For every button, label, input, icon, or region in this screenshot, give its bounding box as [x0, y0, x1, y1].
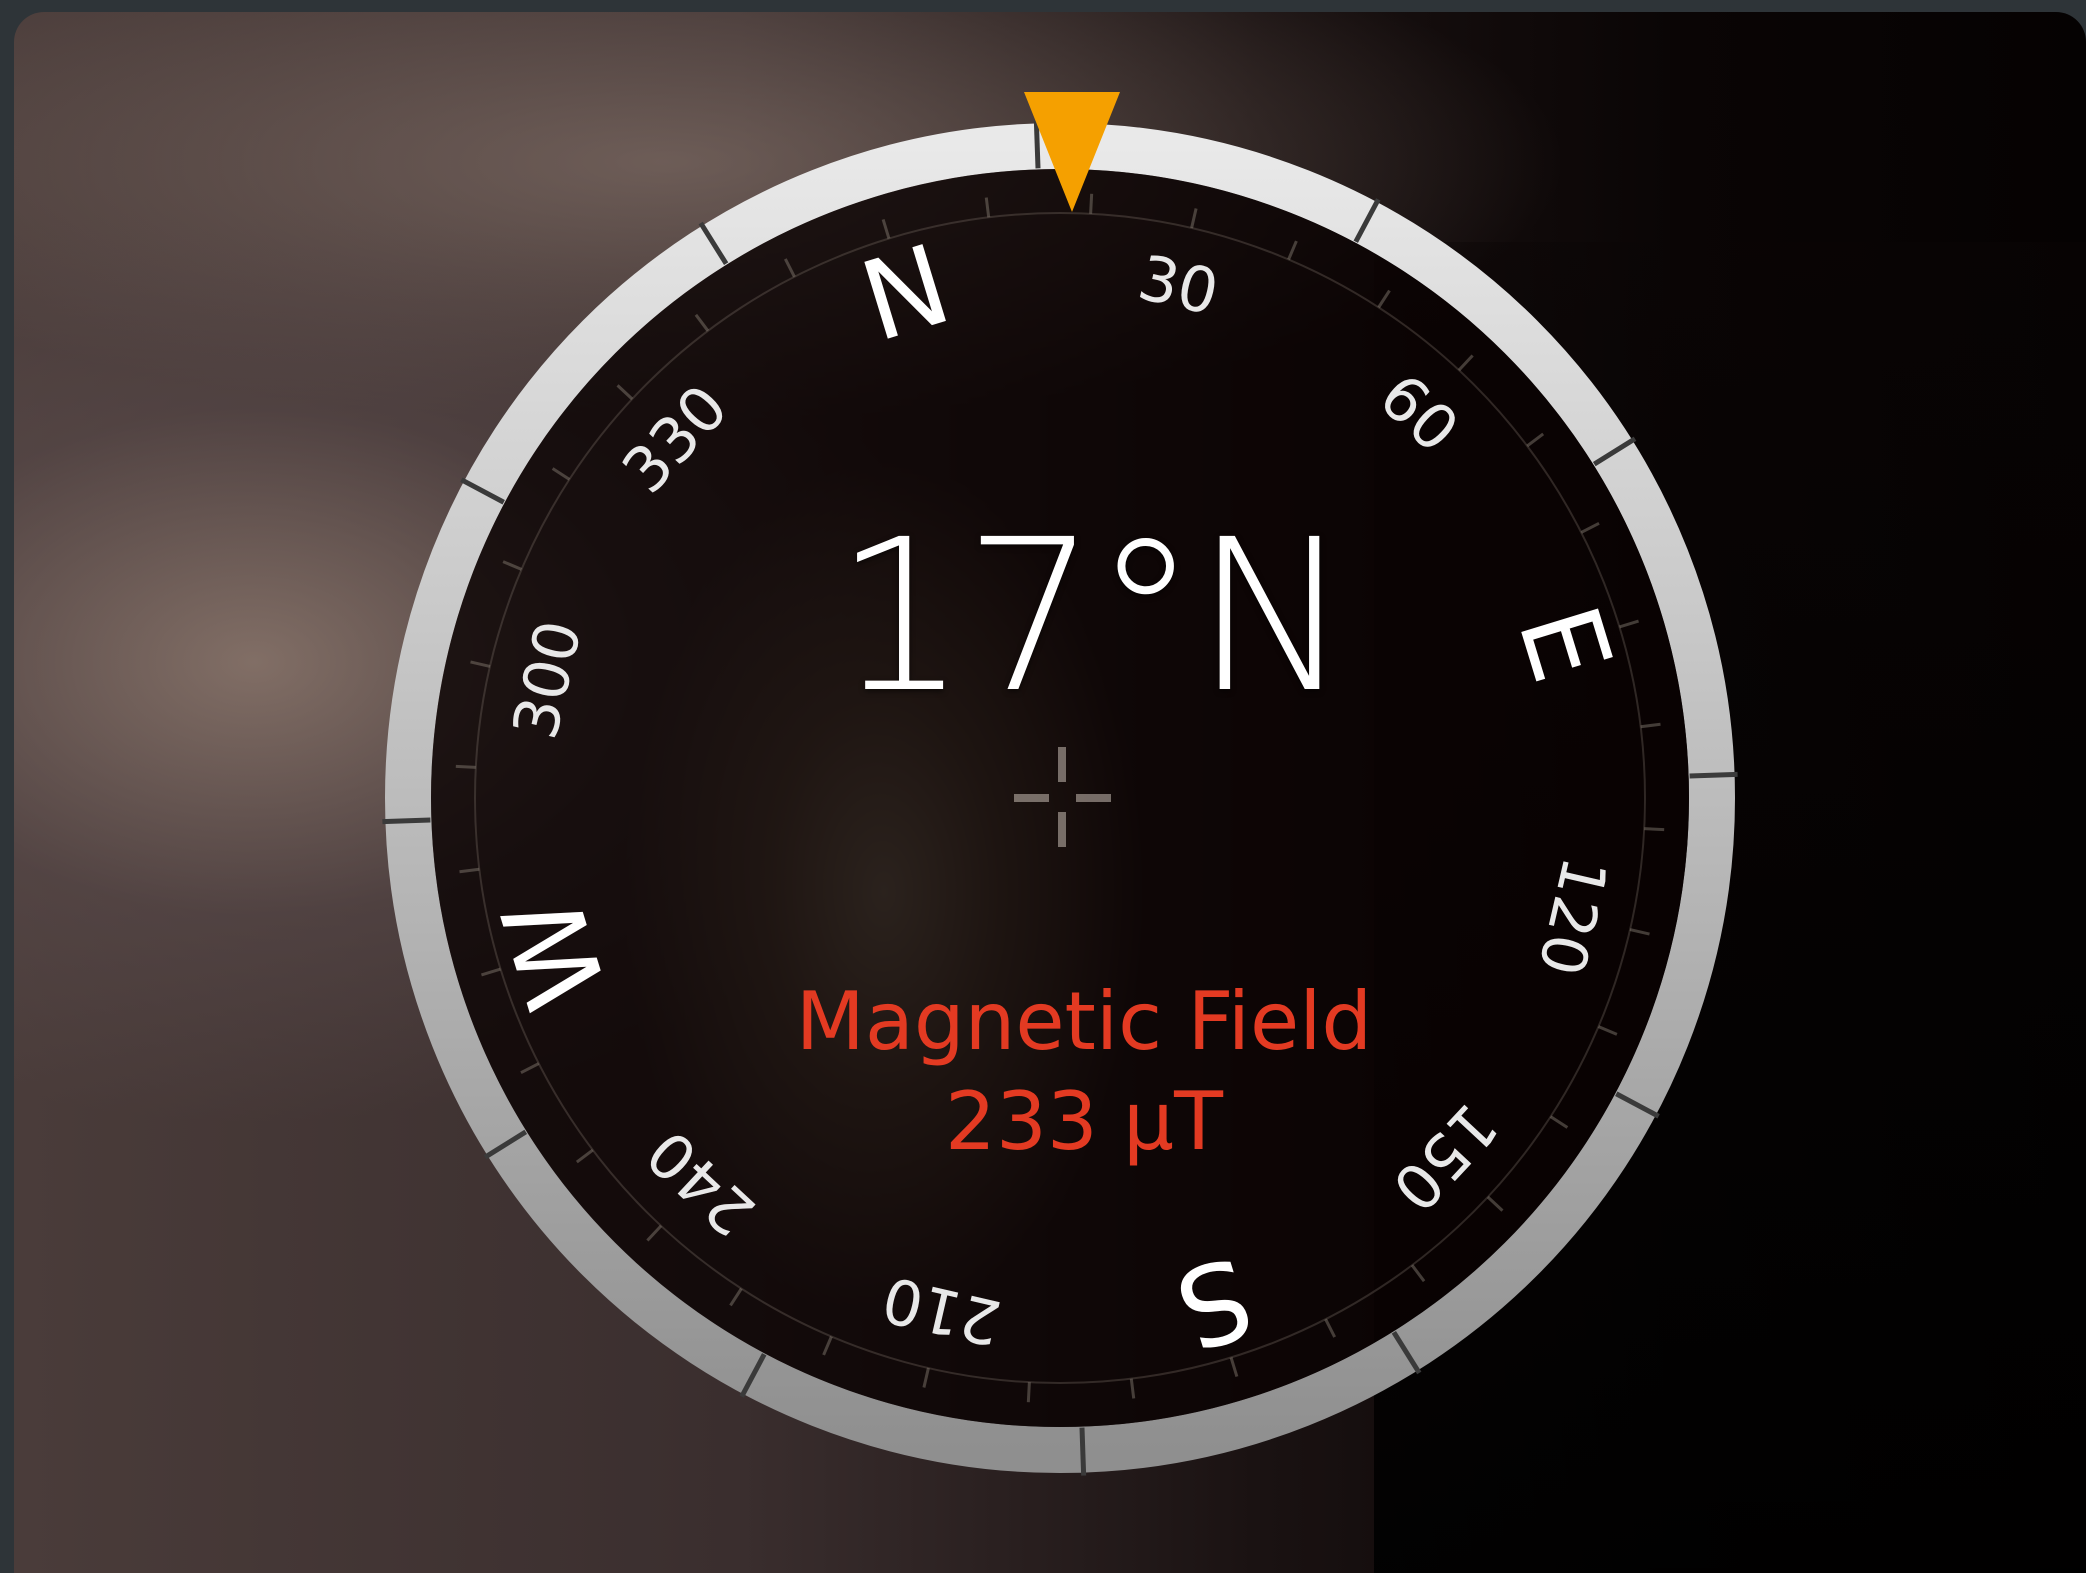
bezel-tick	[382, 817, 431, 825]
bezel-tick	[1033, 120, 1041, 169]
bezel-tick	[1079, 1427, 1087, 1476]
dial-minor-tick	[1026, 1382, 1031, 1403]
dial-minor-tick	[1089, 193, 1094, 214]
magnetic-field-label: Magnetic Field	[795, 975, 1373, 1068]
bezel-tick	[1689, 771, 1738, 779]
magnetic-field-value: 233 µT	[945, 1075, 1223, 1168]
dial-minor-tick	[455, 764, 476, 769]
camera-view: N E S W 30 60 120 150 210 240 300 330 17°N Magnetic…	[14, 12, 2086, 1573]
compass-dial[interactable]: NESW3060120150210240300330	[14, 12, 2086, 1573]
compass-face	[431, 169, 1689, 1427]
heading-readout: 17°N	[834, 494, 1351, 739]
dial-minor-tick	[1644, 827, 1665, 832]
